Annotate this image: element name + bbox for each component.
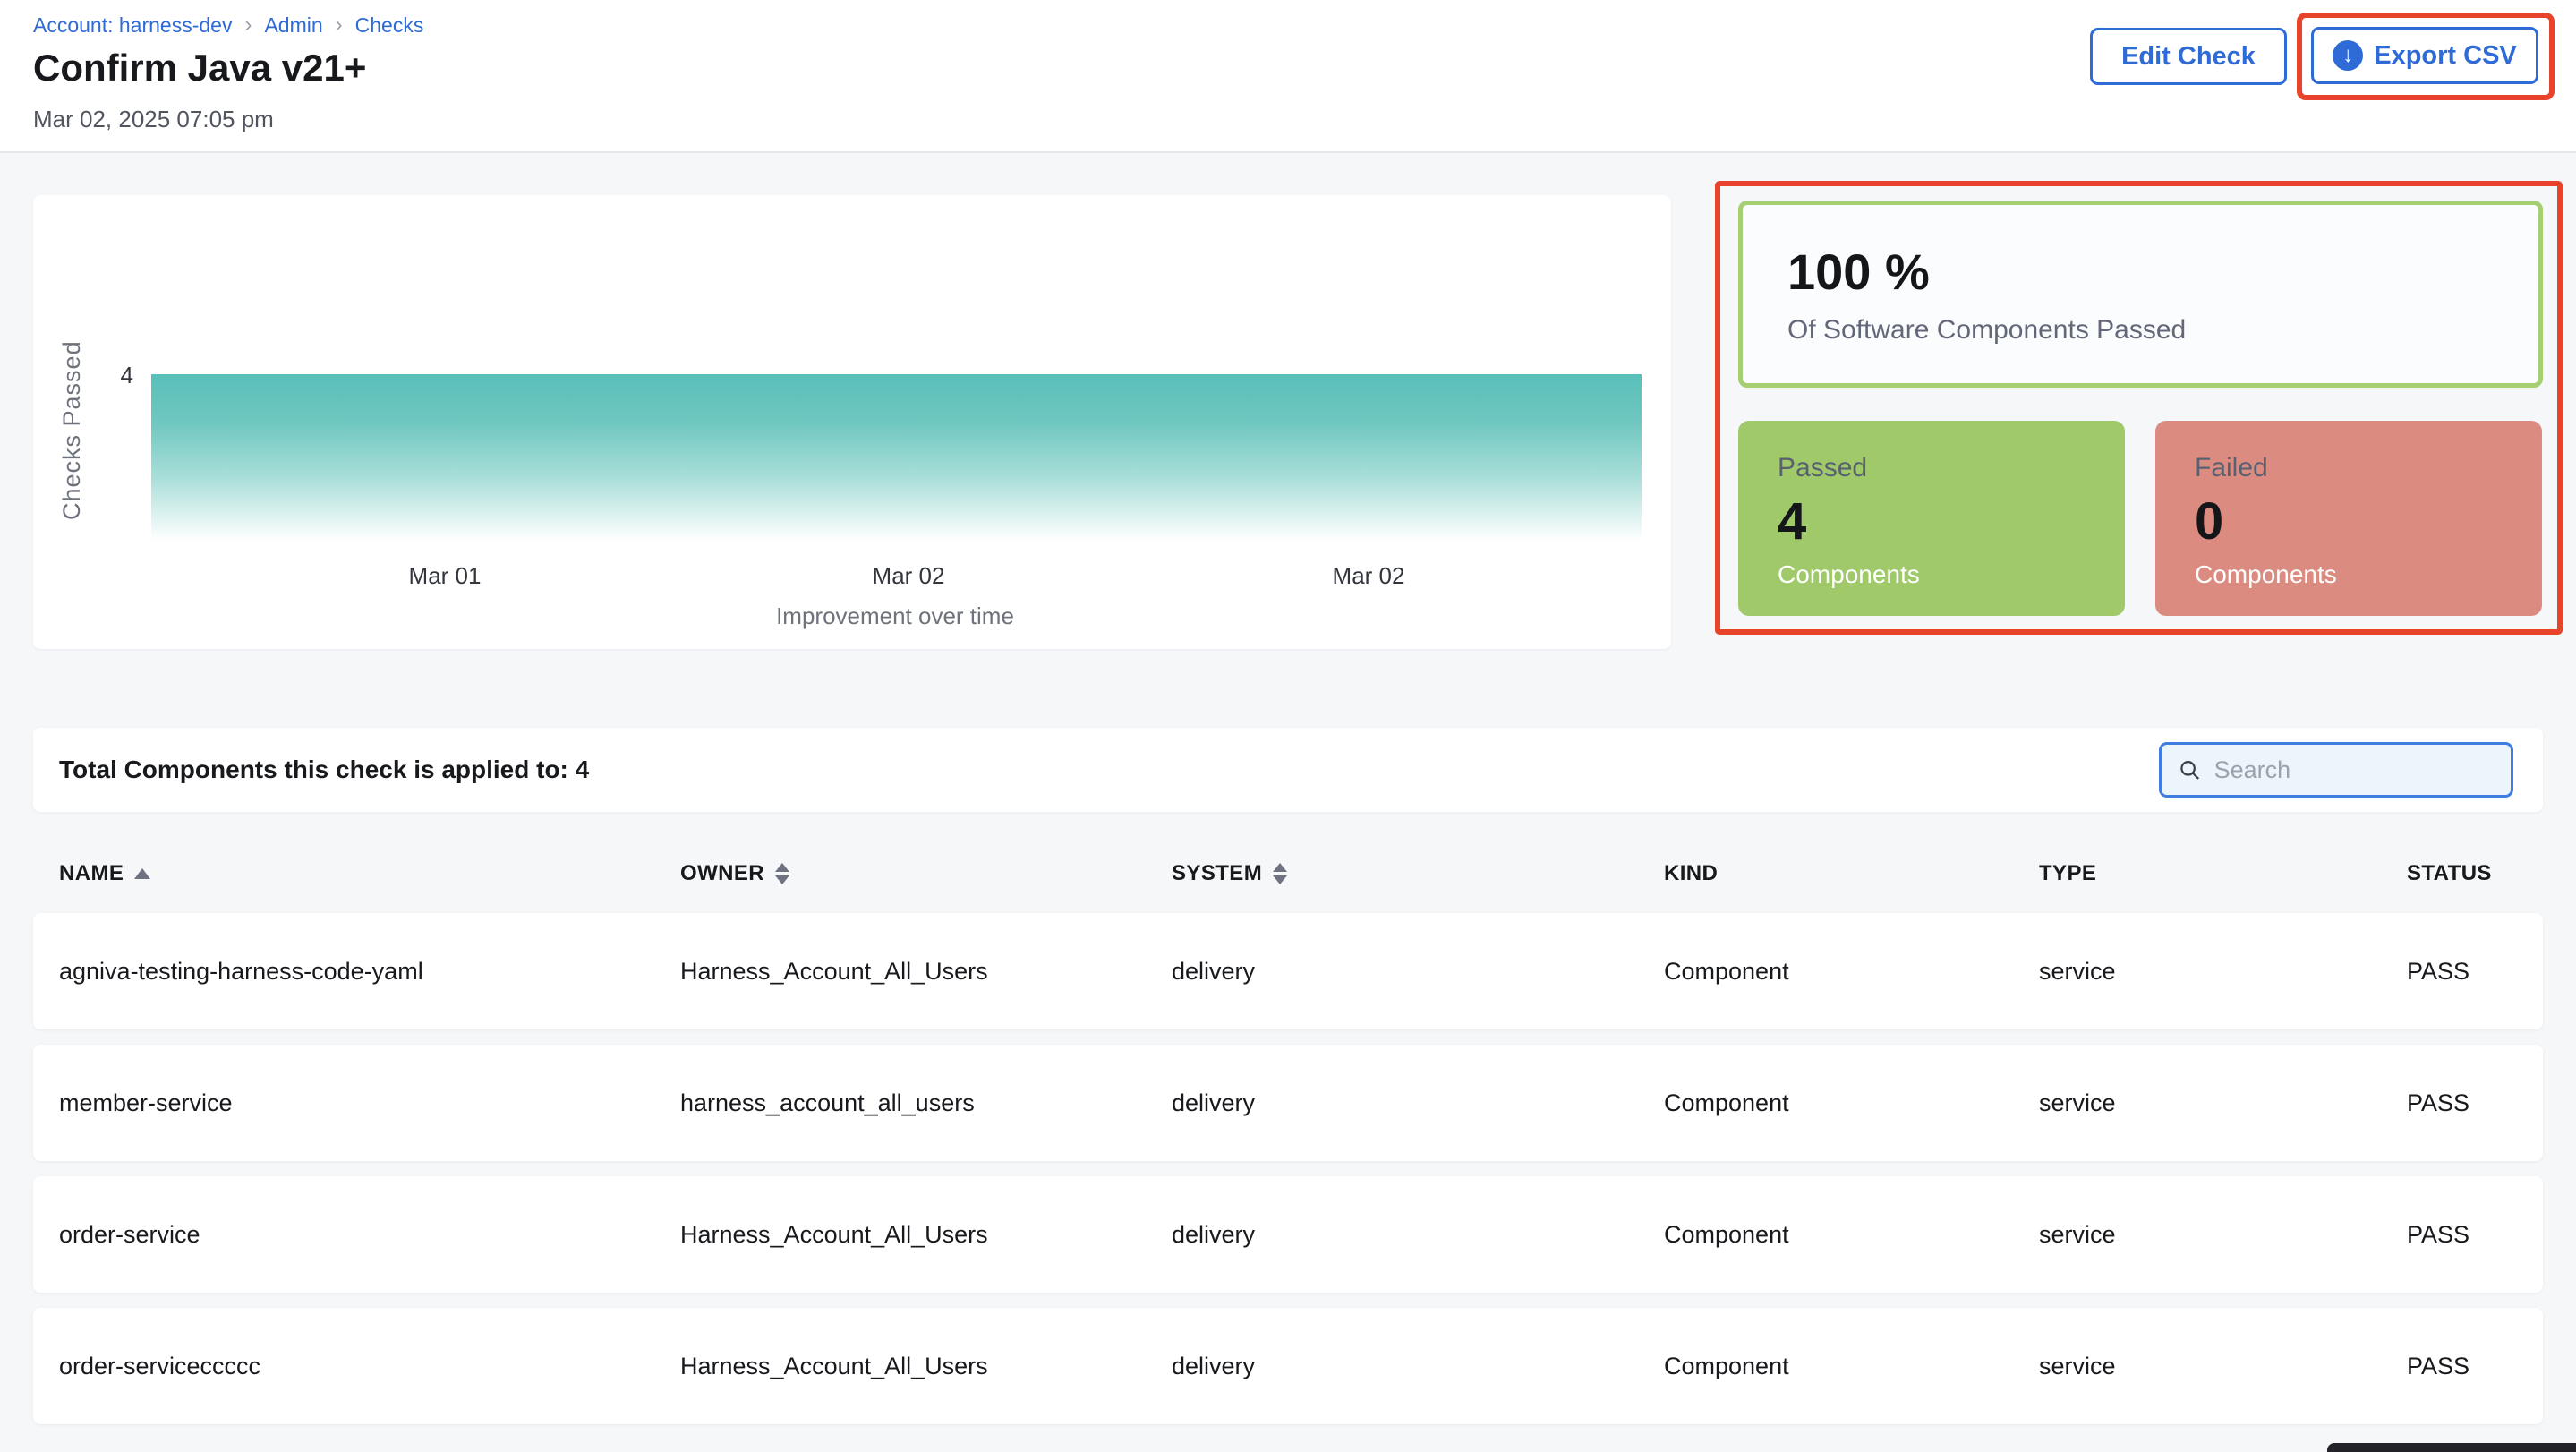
partial-bottom-tooltip: [2327, 1443, 2576, 1452]
cell-status: PASS: [2407, 958, 2543, 986]
cell-system: delivery: [1172, 1221, 1664, 1249]
export-annotation-box: ↓ Export CSV: [2297, 13, 2555, 100]
failed-value: 0: [2195, 496, 2542, 548]
cell-owner: harness_account_all_users: [680, 1089, 1172, 1117]
cell-status: PASS: [2407, 1221, 2543, 1249]
breadcrumb-checks-link[interactable]: Checks: [355, 13, 424, 38]
chevron-right-icon: ›: [336, 13, 343, 38]
check-timestamp: Mar 02, 2025 07:05 pm: [33, 106, 274, 133]
sort-ascending-icon: [134, 868, 150, 879]
total-components-label: Total Components this check is applied t…: [59, 756, 589, 784]
edit-check-button[interactable]: Edit Check: [2090, 28, 2287, 85]
failed-unit: Components: [2195, 560, 2542, 589]
cell-owner: Harness_Account_All_Users: [680, 1353, 1172, 1380]
cell-owner: Harness_Account_All_Users: [680, 1221, 1172, 1249]
search-icon: [2178, 756, 2202, 783]
cell-status: PASS: [2407, 1089, 2543, 1117]
cell-kind: Component: [1664, 1089, 2039, 1117]
x-axis-tick: Mar 02: [1279, 562, 1458, 590]
y-axis-label: Checks Passed: [58, 305, 89, 556]
failed-count-card: Failed 0 Components: [2155, 421, 2542, 616]
column-header-kind: KIND: [1664, 861, 2039, 886]
search-input[interactable]: [2214, 756, 2495, 784]
breadcrumb-account-link[interactable]: Account: harness-dev: [33, 13, 232, 38]
page-title: Confirm Java v21+: [33, 47, 366, 90]
percent-passed-caption: Of Software Components Passed: [1787, 315, 2538, 346]
x-axis-tick: Mar 01: [355, 562, 534, 590]
table-header-row: NAME OWNER SYSTEM KIND TYPE STATUS: [33, 846, 2543, 901]
cell-name: member-service: [59, 1089, 680, 1117]
x-axis-tick: Mar 02: [819, 562, 998, 590]
export-csv-label: Export CSV: [2374, 41, 2517, 71]
components-summary-bar: Total Components this check is applied t…: [33, 728, 2543, 812]
x-axis-caption: Improvement over time: [627, 602, 1164, 630]
cell-kind: Component: [1664, 958, 2039, 986]
cell-type: service: [2039, 1221, 2407, 1249]
cell-system: delivery: [1172, 1353, 1664, 1380]
column-header-owner[interactable]: OWNER: [680, 861, 1172, 886]
chevron-right-icon: ›: [244, 13, 252, 38]
stats-annotation-box: 100 % Of Software Components Passed Pass…: [1715, 181, 2563, 635]
breadcrumb-admin-link[interactable]: Admin: [264, 13, 322, 38]
passed-unit: Components: [1778, 560, 2125, 589]
y-axis-tick: 4: [80, 362, 133, 389]
search-box: [2159, 742, 2513, 798]
breadcrumb: Account: harness-dev › Admin › Checks: [33, 13, 423, 38]
export-csv-button[interactable]: ↓ Export CSV: [2311, 27, 2538, 84]
percent-passed-card: 100 % Of Software Components Passed: [1738, 201, 2543, 388]
cell-kind: Component: [1664, 1353, 2039, 1380]
failed-label: Failed: [2195, 453, 2542, 483]
column-header-status: STATUS: [2407, 861, 2543, 886]
checks-passed-chart-card: Checks Passed 4 Mar 01 Mar 02 Mar 02 Imp…: [33, 195, 1671, 649]
cell-system: delivery: [1172, 958, 1664, 986]
table-row[interactable]: agniva-testing-harness-code-yaml Harness…: [33, 913, 2543, 1029]
percent-passed-value: 100 %: [1787, 243, 2538, 301]
table-row[interactable]: member-service harness_account_all_users…: [33, 1045, 2543, 1161]
page-header: Account: harness-dev › Admin › Checks Co…: [0, 0, 2576, 153]
cell-status: PASS: [2407, 1353, 2543, 1380]
cell-type: service: [2039, 958, 2407, 986]
table-row[interactable]: order-serviceccccc Harness_Account_All_U…: [33, 1308, 2543, 1424]
column-header-system[interactable]: SYSTEM: [1172, 861, 1664, 886]
passed-count-card: Passed 4 Components: [1738, 421, 2125, 616]
cell-type: service: [2039, 1089, 2407, 1117]
cell-name: order-service: [59, 1221, 680, 1249]
table-row[interactable]: order-service Harness_Account_All_Users …: [33, 1176, 2543, 1293]
column-header-type: TYPE: [2039, 861, 2407, 886]
cell-system: delivery: [1172, 1089, 1664, 1117]
column-header-name[interactable]: NAME: [59, 861, 680, 886]
cell-name: order-serviceccccc: [59, 1353, 680, 1380]
cell-kind: Component: [1664, 1221, 2039, 1249]
cell-name: agniva-testing-harness-code-yaml: [59, 958, 680, 986]
sort-both-icon: [775, 863, 789, 884]
sort-both-icon: [1273, 863, 1287, 884]
cell-owner: Harness_Account_All_Users: [680, 958, 1172, 986]
area-series-checks-passed: [151, 374, 1642, 541]
passed-value: 4: [1778, 496, 2125, 548]
download-icon: ↓: [2333, 40, 2363, 71]
cell-type: service: [2039, 1353, 2407, 1380]
passed-label: Passed: [1778, 453, 2125, 483]
